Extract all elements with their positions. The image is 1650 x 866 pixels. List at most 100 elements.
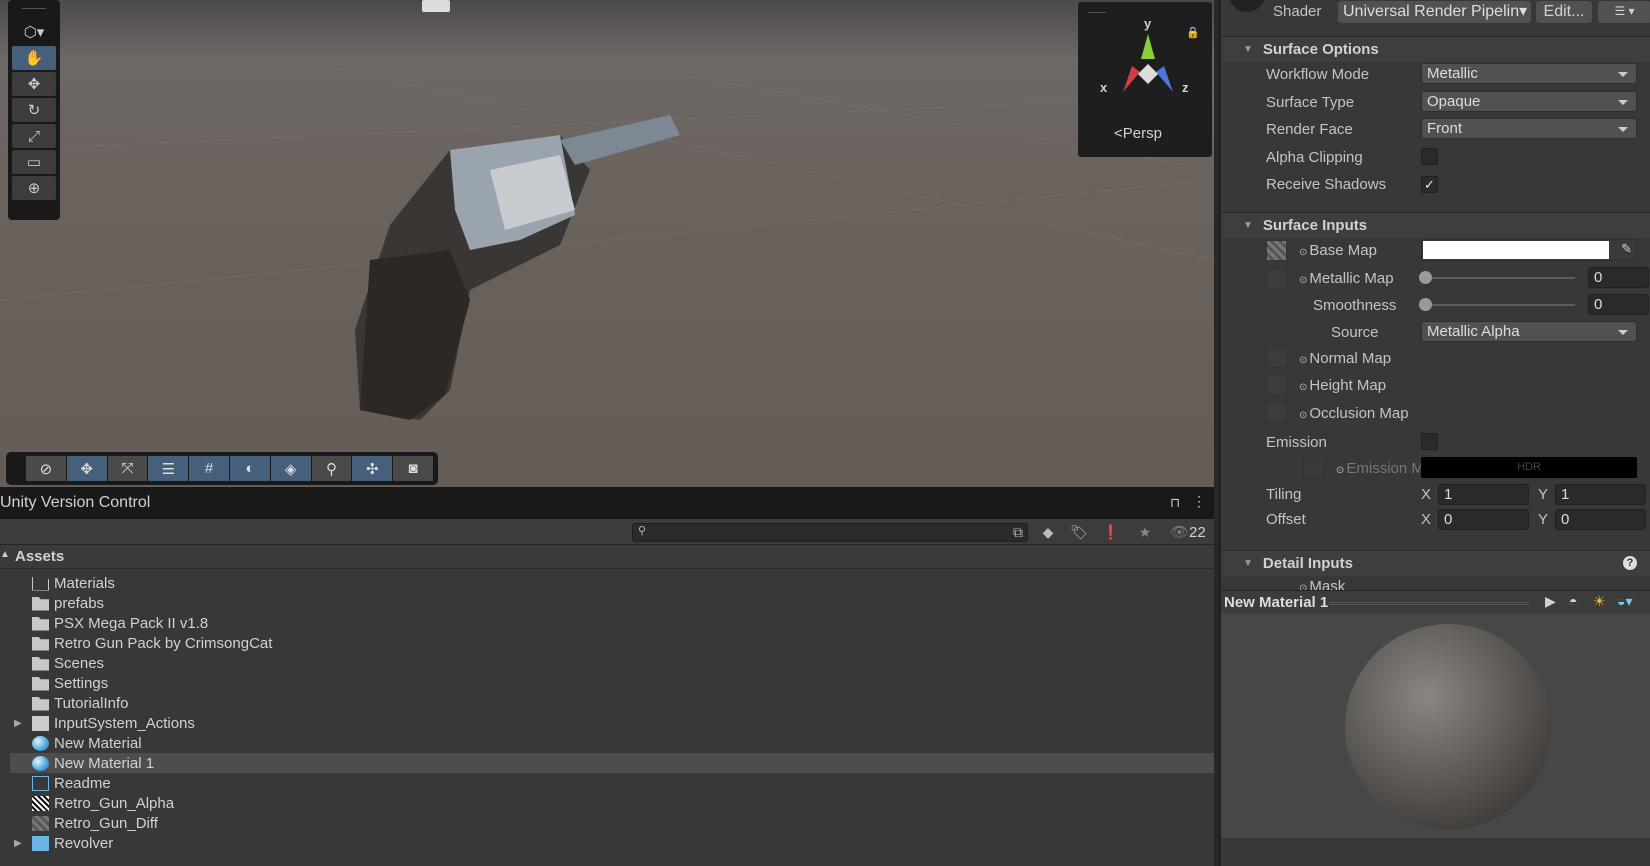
grid-icon[interactable]: # xyxy=(189,456,229,481)
asset-row[interactable]: Scenes xyxy=(10,653,1214,673)
preview-light-icon[interactable]: ☀ xyxy=(1593,593,1606,610)
surface-inputs-header[interactable]: ▼ Surface Inputs xyxy=(1221,212,1650,238)
workflow-mode-label: Workflow Mode xyxy=(1266,66,1370,83)
slider-handle[interactable] xyxy=(1419,271,1432,284)
scroll-up-icon[interactable]: ▲ xyxy=(0,549,10,560)
eyedropper-icon[interactable]: ✎ xyxy=(1621,241,1632,257)
metallic-value-input[interactable]: 0 xyxy=(1588,267,1649,288)
orientation-gizmo[interactable]: 🔒 y x z <Persp xyxy=(1078,2,1212,157)
tiling-x-input[interactable]: 1 xyxy=(1438,484,1529,505)
asset-row[interactable]: ▶ Revolver xyxy=(10,833,1214,853)
object-type-icon[interactable]: ⬡▾ xyxy=(12,20,56,44)
asset-name: Revolver xyxy=(54,834,114,852)
surface-options-header[interactable]: ▼ Surface Options xyxy=(1221,36,1650,62)
normal-map-texture-slot[interactable] xyxy=(1266,347,1287,368)
rect-tool-icon[interactable]: ▭ xyxy=(12,150,56,174)
assets-header[interactable]: ▲ Assets xyxy=(0,545,1214,569)
search-scope-icon[interactable]: ⧉ xyxy=(1005,521,1031,543)
preview-mesh-icon[interactable]: ◓ xyxy=(1569,593,1577,609)
asset-name: Settings xyxy=(54,674,109,692)
edit-shader-button[interactable]: Edit... xyxy=(1536,1,1592,23)
expand-arrow-icon[interactable]: ▶ xyxy=(14,838,22,849)
expand-arrow-icon[interactable]: ▶ xyxy=(14,718,22,729)
emission-checkbox[interactable] xyxy=(1421,433,1438,450)
rotate-tool-icon[interactable]: ↻ xyxy=(12,98,56,122)
axis-y-label: y xyxy=(1144,16,1152,31)
perspective-toggle[interactable]: <Persp xyxy=(1114,125,1162,142)
help-icon[interactable]: ? xyxy=(1623,556,1637,570)
material-preview[interactable] xyxy=(1221,614,1650,838)
move-tool-icon[interactable]: ✥ xyxy=(12,72,56,96)
shader-dropdown[interactable]: Universal Render Pipelin▾ xyxy=(1338,1,1531,23)
receive-shadows-checkbox[interactable]: ✓ xyxy=(1421,176,1438,193)
alpha-clipping-checkbox[interactable] xyxy=(1421,148,1438,165)
scale-tool-icon[interactable]: ⤢ xyxy=(12,124,56,148)
metallic-map-texture-slot[interactable] xyxy=(1266,268,1287,289)
collapse-icon: ▼ xyxy=(1243,44,1253,55)
material-options-button[interactable]: ☰ ▾ xyxy=(1598,1,1650,23)
smoothness-source-dropdown[interactable]: Metallic Alpha xyxy=(1421,321,1637,342)
smoothness-slider[interactable] xyxy=(1419,298,1575,311)
filter-type-icon[interactable]: ◆ xyxy=(1035,521,1061,543)
asset-name: PSX Mega Pack II v1.8 xyxy=(54,614,209,632)
asset-row[interactable]: prefabs xyxy=(10,593,1214,613)
asset-row[interactable]: New Material 1 xyxy=(10,753,1214,773)
scene-settings-icon[interactable]: ☰ xyxy=(148,456,189,481)
offset-y-input[interactable]: 0 xyxy=(1555,509,1646,530)
occlusion-map-texture-slot[interactable] xyxy=(1266,402,1287,423)
asset-row[interactable]: Retro_Gun_Alpha xyxy=(10,793,1214,813)
asset-row[interactable]: New Material xyxy=(10,733,1214,753)
camera-visibility-icon[interactable]: ◙ xyxy=(393,456,433,481)
filter-issues-icon[interactable]: ❗ xyxy=(1098,521,1124,543)
assets-root-label: Assets xyxy=(15,548,65,565)
favorites-icon[interactable]: ★ xyxy=(1132,521,1158,543)
smoothness-value-input[interactable]: 0 xyxy=(1588,294,1649,315)
surface-type-dropdown[interactable]: Opaque xyxy=(1421,91,1637,112)
pivot-icon[interactable]: ✣ xyxy=(352,456,393,481)
render-face-dropdown[interactable]: Front xyxy=(1421,118,1637,139)
tiling-y-input[interactable]: 1 xyxy=(1555,484,1646,505)
asset-row[interactable]: Readme xyxy=(10,773,1214,793)
asset-row[interactable]: TutorialInfo xyxy=(10,693,1214,713)
preview-background-icon[interactable]: ◒▾ xyxy=(1617,593,1632,610)
transform-tool-icon[interactable]: ⊕ xyxy=(12,176,56,200)
metallic-slider[interactable] xyxy=(1419,271,1575,284)
collapse-icon: ▼ xyxy=(1243,558,1253,569)
height-map-texture-slot[interactable] xyxy=(1266,375,1287,396)
lighting-icon[interactable]: ◐ xyxy=(229,456,270,481)
detail-inputs-header[interactable]: ▼ Detail Inputs? xyxy=(1221,550,1650,576)
asset-row[interactable]: Retro Gun Pack by CrimsongCat xyxy=(10,633,1214,653)
zoom-icon[interactable]: ⚲ xyxy=(311,456,352,481)
smoothness-label: Smoothness xyxy=(1313,297,1397,314)
folder-empty-icon xyxy=(32,577,49,591)
scene-view[interactable]: ⬡▾ ✋ ✥ ↻ ⤢ ▭ ⊕ 🔒 y x z <Persp ⊘ ✥ ⤧ ☰ # ◐ ◈ ⚲ ✣ ◙ xyxy=(0,0,1214,487)
emission-color-field[interactable]: HDR xyxy=(1421,457,1637,478)
folder-icon xyxy=(32,657,49,671)
offset-x-input[interactable]: 0 xyxy=(1438,509,1529,530)
asset-row[interactable]: Retro_Gun_Diff xyxy=(10,813,1214,833)
base-map-texture-slot[interactable] xyxy=(1266,240,1287,261)
asset-row[interactable]: Materials xyxy=(10,573,1214,593)
lock-icon[interactable]: ⊓ xyxy=(1170,495,1180,511)
hidden-packages-toggle[interactable]: 👁22 xyxy=(1170,523,1206,541)
slider-handle[interactable] xyxy=(1419,298,1432,311)
hand-tool-icon[interactable]: ✋ xyxy=(12,46,56,70)
asset-row[interactable]: ▶ InputSystem_Actions xyxy=(10,713,1214,733)
base-color-field[interactable]: ✎ xyxy=(1421,239,1637,261)
camera-icon[interactable] xyxy=(422,0,450,12)
emission-map-texture-slot[interactable] xyxy=(1303,457,1324,478)
play-icon[interactable]: ▶ xyxy=(1545,593,1556,610)
resize-handle[interactable] xyxy=(1329,602,1529,605)
workflow-mode-dropdown[interactable]: Metallic xyxy=(1421,63,1637,84)
drag-handle[interactable] xyxy=(22,8,46,18)
asset-row[interactable]: PSX Mega Pack II v1.8 xyxy=(10,613,1214,633)
orientation-icon[interactable]: ⊘ xyxy=(26,456,66,481)
increment-snap-icon[interactable]: ⤧ xyxy=(107,456,148,481)
move-snap-icon[interactable]: ✥ xyxy=(66,456,107,481)
effects-icon[interactable]: ◈ xyxy=(270,456,311,481)
asset-row[interactable]: Settings xyxy=(10,673,1214,693)
filter-label-icon[interactable]: 🏷 xyxy=(1066,521,1092,543)
more-options-icon[interactable]: ⋮ xyxy=(1192,493,1206,510)
search-input[interactable]: ⚲ xyxy=(632,523,1028,542)
panel-tab[interactable]: Unity Version Control xyxy=(0,487,1214,519)
